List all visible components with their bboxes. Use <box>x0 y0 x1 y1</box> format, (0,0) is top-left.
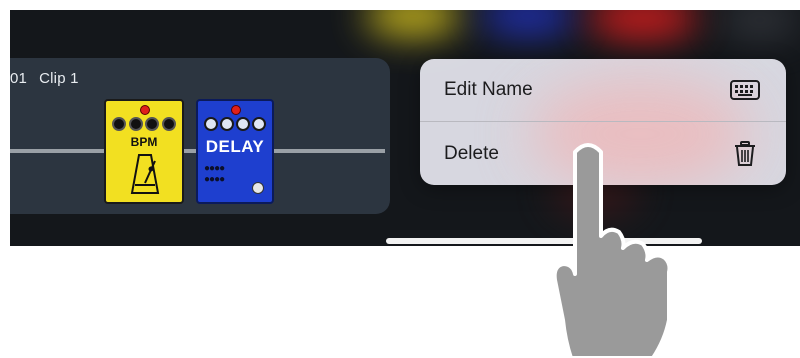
menu-item-edit-name[interactable]: Edit Name <box>420 59 786 122</box>
knob <box>236 117 250 131</box>
pedal-led <box>140 105 150 115</box>
background-glow-yellow <box>365 10 461 36</box>
background-glow-grey <box>720 10 800 40</box>
delay-pedal-label: DELAY <box>205 137 265 156</box>
knob <box>161 117 176 131</box>
tap-hand-icon <box>552 143 672 358</box>
delay-drops-icon: ●●●● ●●●● <box>204 163 225 185</box>
knob <box>252 117 266 131</box>
metronome-icon <box>130 154 160 194</box>
footswitch-icon <box>252 182 264 194</box>
pedal-led <box>231 105 241 115</box>
pedal-knobs <box>112 117 176 131</box>
knob <box>220 117 234 131</box>
knob <box>145 117 160 131</box>
pedal-knobs <box>204 117 266 131</box>
menu-item-label: Delete <box>444 142 499 164</box>
clip-sequence: 01 <box>10 70 28 87</box>
clip-name: Clip 1 <box>39 70 79 87</box>
delay-pedal[interactable]: DELAY ●●●● ●●●● <box>196 99 274 204</box>
knob <box>128 117 143 131</box>
knob <box>112 117 126 131</box>
clip-title: 01 Clip 1 <box>10 70 79 87</box>
menu-item-label: Edit Name <box>444 79 533 100</box>
trash-icon <box>728 139 762 169</box>
knob <box>204 117 218 131</box>
background-glow-red <box>588 10 698 40</box>
background-glow-blue <box>480 10 576 36</box>
keyboard-icon <box>728 75 762 105</box>
bpm-pedal-label: BPM <box>130 135 158 149</box>
bpm-pedal[interactable]: BPM <box>104 99 184 204</box>
